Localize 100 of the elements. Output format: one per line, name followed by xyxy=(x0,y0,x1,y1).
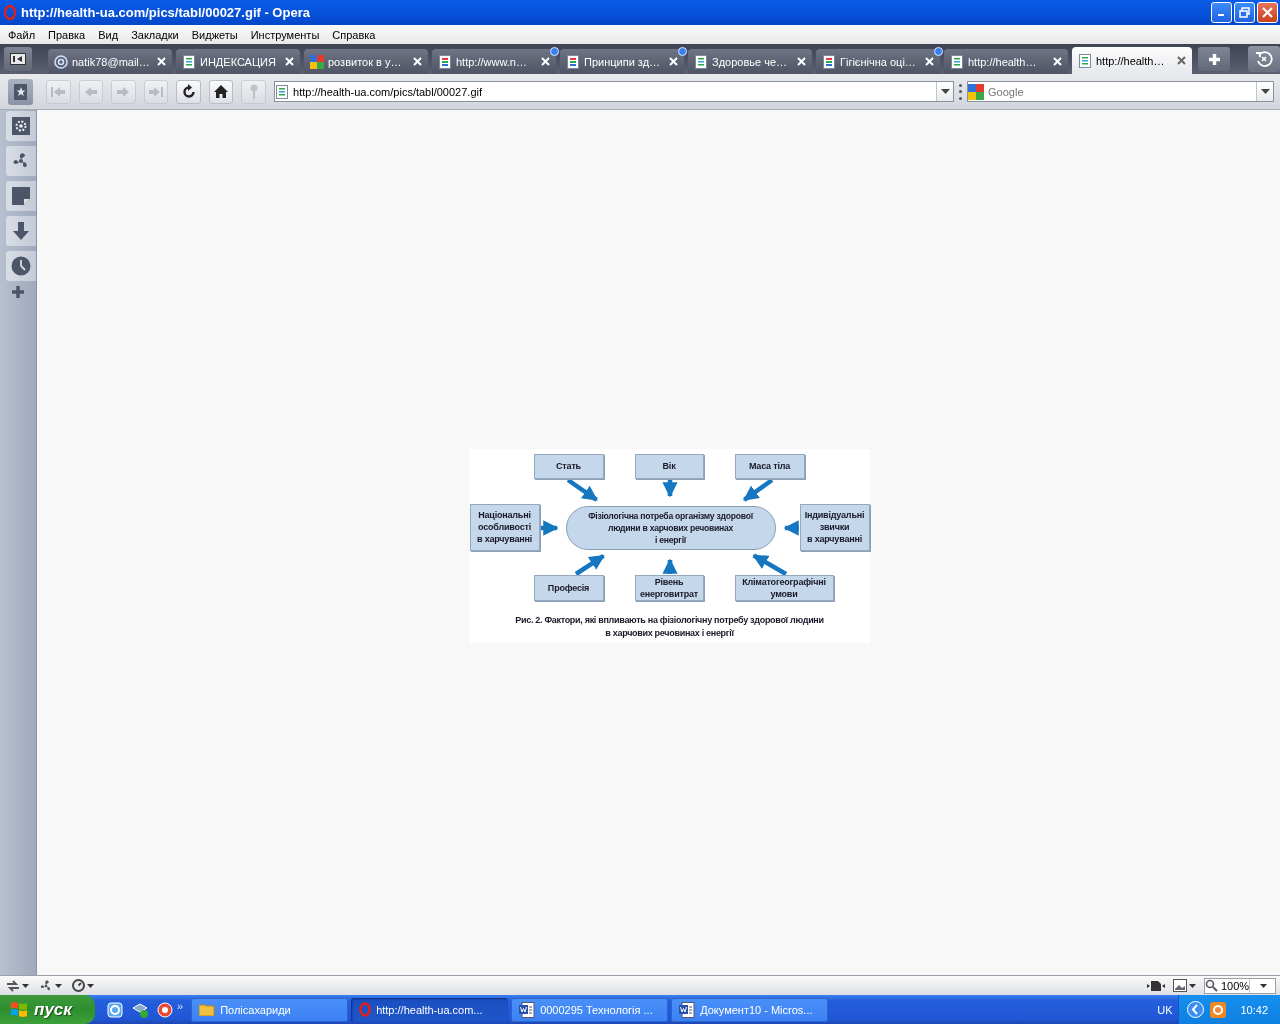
factor-box: Професія xyxy=(533,574,604,601)
home-icon xyxy=(214,85,229,98)
caret-icon xyxy=(1260,983,1268,988)
add-panel-icon[interactable] xyxy=(12,286,24,298)
star-icon xyxy=(14,83,27,100)
back-icon xyxy=(83,85,98,98)
tab[interactable]: http://health… xyxy=(1072,47,1192,74)
taskbar-button[interactable]: Полісахариди xyxy=(191,997,349,1022)
factor-box: Стать xyxy=(533,453,604,479)
document-icon xyxy=(822,54,836,69)
sync-button[interactable] xyxy=(4,979,31,992)
arrow xyxy=(742,477,773,502)
caret-icon xyxy=(22,983,29,988)
more-button[interactable]: » xyxy=(177,999,184,1012)
close-icon xyxy=(1262,7,1273,18)
network-icon[interactable] xyxy=(131,1001,149,1018)
tab[interactable]: Гігієнічна оці… xyxy=(816,49,940,74)
caret-icon xyxy=(940,89,950,94)
document-icon xyxy=(694,54,708,69)
reload-icon xyxy=(180,83,197,100)
tab[interactable]: http://health… xyxy=(944,49,1068,74)
taskbar-button[interactable]: Документ10 - Micros... xyxy=(671,997,829,1022)
panel-toggle-button[interactable] xyxy=(4,47,32,71)
clock: 10:42 xyxy=(1240,1003,1268,1016)
colored-squares-icon xyxy=(968,83,985,100)
plus-icon xyxy=(1207,52,1221,66)
address-bar[interactable]: http://health-ua.com/pics/tabl/00027.gif xyxy=(274,81,955,102)
chevron-icon[interactable] xyxy=(1187,1001,1205,1018)
menu-item[interactable]: Правка xyxy=(42,28,93,41)
taskbar-button[interactable]: http://health-ua.com... xyxy=(351,997,509,1022)
media-icon[interactable] xyxy=(157,1001,173,1018)
central-concept: Фізіологічна потреба організму здорової людини в харчових речовинах і енергії xyxy=(565,505,776,550)
taskbar-button[interactable]: 0000295 Технологія ... xyxy=(511,997,669,1022)
factor-box: Рівень енерговитрат xyxy=(634,574,704,601)
arrow xyxy=(661,479,678,498)
document-icon xyxy=(182,54,196,69)
tab[interactable]: Здоровье че… xyxy=(688,49,812,74)
browser-icon[interactable] xyxy=(107,1001,123,1018)
fan-button[interactable] xyxy=(6,146,36,176)
rewind-icon xyxy=(51,85,66,98)
restore-icon xyxy=(1239,7,1250,18)
colored-squares-icon xyxy=(310,54,324,69)
page-transfer-icon[interactable] xyxy=(1147,979,1165,992)
notes-button[interactable] xyxy=(6,181,36,211)
zoom-field[interactable]: 100% xyxy=(1204,977,1276,994)
document-icon xyxy=(1078,53,1092,68)
undo-close-icon xyxy=(1255,50,1273,68)
address-field[interactable]: http://health-ua.com/pics/tabl/00027.gif xyxy=(289,85,937,98)
dropdown-button[interactable] xyxy=(1256,82,1274,101)
tab[interactable]: Принципи зд… xyxy=(560,49,684,74)
window-title: http://health-ua.com/pics/tabl/00027.gif - Opera xyxy=(21,5,311,20)
forward-icon xyxy=(116,85,131,98)
close-icon[interactable] xyxy=(1177,56,1186,65)
dropdown-button[interactable] xyxy=(936,82,954,101)
downloads-button[interactable] xyxy=(6,216,36,246)
search-icon xyxy=(1205,979,1219,992)
home-button[interactable] xyxy=(208,79,234,104)
minimize-button[interactable] xyxy=(1211,2,1232,23)
settings-icon xyxy=(12,117,30,135)
closed-tabs-button[interactable] xyxy=(1248,46,1280,72)
target-icon[interactable] xyxy=(1210,1001,1227,1018)
history-button[interactable] xyxy=(6,251,36,281)
document-icon xyxy=(950,54,964,69)
start-button[interactable]: пуск xyxy=(0,995,95,1024)
factor-box: Національні особливості в харчуванні xyxy=(469,503,540,551)
new-tab-button[interactable] xyxy=(1198,47,1230,71)
close-button[interactable] xyxy=(1257,2,1278,23)
menu-item[interactable]: Справка xyxy=(326,28,383,41)
settings-button[interactable] xyxy=(6,111,36,141)
bookmarks-panel-button[interactable] xyxy=(8,78,33,105)
menu-item[interactable]: Файл xyxy=(2,28,43,41)
windows-flag-icon xyxy=(10,1001,28,1018)
factor-box: Маса тіла xyxy=(734,453,805,479)
factor-box: Вік xyxy=(634,453,704,479)
menu-item[interactable]: Инструменты xyxy=(244,28,327,41)
reload-button[interactable] xyxy=(176,79,201,104)
note-icon xyxy=(12,187,30,205)
images-button[interactable] xyxy=(1171,979,1198,992)
tab[interactable]: http://www.n… xyxy=(432,49,556,74)
grip-handle[interactable] xyxy=(959,83,963,100)
tab[interactable]: розвиток в у… xyxy=(304,49,428,74)
caret-icon xyxy=(1260,89,1270,94)
document-icon xyxy=(438,54,452,69)
opera-logo-icon xyxy=(4,5,16,20)
tab[interactable]: ИНДЕКСАЦИЯ xyxy=(176,49,300,74)
tab[interactable]: natik78@mail… xyxy=(48,49,172,74)
language-indicator[interactable]: UK xyxy=(1157,1003,1173,1016)
key-icon xyxy=(248,84,259,99)
search-bar[interactable]: Google xyxy=(967,81,1275,102)
panel-icon xyxy=(10,53,26,65)
document-icon xyxy=(679,1001,696,1018)
document-icon xyxy=(566,54,580,69)
image-icon xyxy=(1173,979,1187,992)
search-field[interactable]: Google xyxy=(984,85,1257,98)
menu-item[interactable]: Вид xyxy=(92,28,126,41)
menu-item[interactable]: Закладки xyxy=(125,28,186,41)
menu-item[interactable]: Виджеты xyxy=(185,28,245,41)
opera-logo-icon xyxy=(359,1002,372,1017)
speed-dial-button[interactable] xyxy=(70,979,96,992)
restore-button[interactable] xyxy=(1234,2,1255,23)
